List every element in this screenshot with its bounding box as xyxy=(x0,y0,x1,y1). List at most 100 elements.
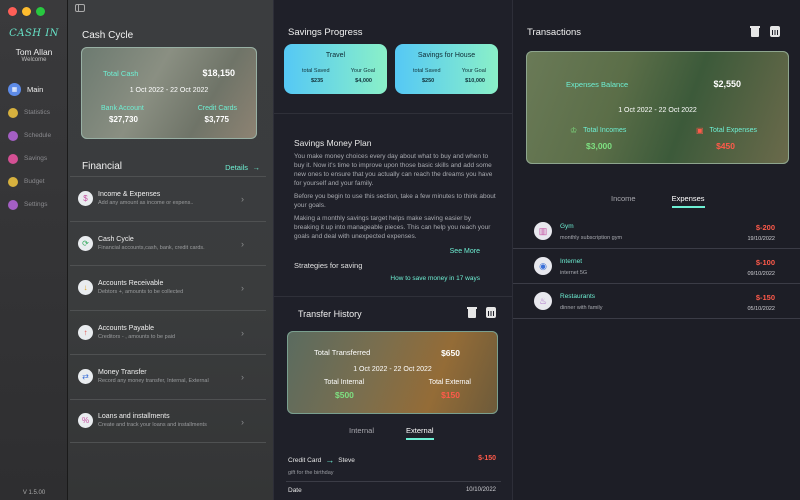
list-item-income-expenses[interactable]: $ Income & Expenses Add any amount as in… xyxy=(70,176,266,221)
receivable-icon: ↓ xyxy=(78,280,93,296)
total-incomes-value: $3,000 xyxy=(586,141,612,151)
transaction-row-internet[interactable]: ◉ Internet internet 5G $-100 09/10/2022 xyxy=(513,250,800,284)
window-controls xyxy=(8,7,45,16)
savings-goal-card-house[interactable]: Savings for House total Saved Your Goal … xyxy=(395,44,498,94)
transaction-row-restaurants[interactable]: ♨ Restaurants dinner with family $-150 0… xyxy=(513,285,800,319)
sidebar-item-label: Statistics xyxy=(24,109,51,116)
transaction-name: Restaurants xyxy=(560,293,596,300)
savings-goal-card-travel[interactable]: Travel total Saved Your Goal $235 $4,000 xyxy=(284,44,387,94)
transaction-date: 09/10/2022 xyxy=(747,271,775,277)
divider xyxy=(274,113,513,114)
plan-paragraph: Before you begin to use this section, ta… xyxy=(294,193,496,209)
transaction-row-gym[interactable]: ▥ Gym monthly subscription gym $-200 19/… xyxy=(513,215,800,249)
list-item-loans[interactable]: % Loans and installments Create and trac… xyxy=(70,398,266,443)
list-item-subtitle: Financial accounts,cash, bank, credit ca… xyxy=(98,244,205,251)
minimize-window-button[interactable] xyxy=(22,7,31,16)
list-item-title: Loans and installments xyxy=(98,413,170,421)
transaction-name: Internet xyxy=(560,258,583,265)
transaction-amount: $-200 xyxy=(755,223,775,232)
goal-name: Travel xyxy=(325,52,346,59)
transaction-amount: $-100 xyxy=(755,258,775,267)
loan-icon: % xyxy=(78,413,93,429)
calendar-icon[interactable] xyxy=(770,25,780,37)
total-external-value: $150 xyxy=(441,390,460,400)
list-item-title: Cash Cycle xyxy=(98,235,134,243)
chevron-right-icon: › xyxy=(241,283,244,293)
tab-income[interactable]: Income xyxy=(611,194,636,208)
transactions-title: Transactions xyxy=(527,27,582,38)
calendar-icon[interactable] xyxy=(486,306,496,318)
sidebar-item-main[interactable]: ▦ Main xyxy=(8,78,64,101)
tab-external[interactable]: External xyxy=(406,426,434,440)
gym-icon: ▥ xyxy=(534,222,552,240)
total-expenses-value: $450 xyxy=(716,141,735,151)
expenses-date-range: 1 Oct 2022 - 22 Oct 2022 xyxy=(618,107,697,114)
list-item-title: Income & Expenses xyxy=(98,191,161,199)
trash-icon[interactable] xyxy=(467,306,477,318)
bank-account-label: Bank Account xyxy=(101,105,144,112)
sidebar-item-schedule[interactable]: Schedule xyxy=(8,124,64,147)
transfer-date-row: Date 10/10/2022 xyxy=(288,487,496,494)
schedule-icon xyxy=(8,130,18,141)
list-item-accounts-payable[interactable]: ↑ Accounts Payable Creditors - , amounts… xyxy=(70,309,266,355)
transfer-date-value: 10/10/2022 xyxy=(465,487,496,493)
chevron-right-icon: › xyxy=(241,372,244,382)
tab-internal[interactable]: Internal xyxy=(349,426,374,440)
transfer-date-label: Date xyxy=(288,487,302,494)
total-expenses-label: Total Expenses xyxy=(709,127,757,134)
close-window-button[interactable] xyxy=(8,7,17,16)
cash-cycle-card[interactable]: Total Cash $18,150 1 Oct 2022 - 22 Oct 2… xyxy=(81,47,257,139)
list-item-subtitle: Add any amount as income or expens.. xyxy=(98,200,194,207)
list-item-cash-cycle[interactable]: ⟳ Cash Cycle Financial accounts,cash, ba… xyxy=(70,220,266,266)
app-logo: CASH IN xyxy=(9,28,59,39)
see-more-link[interactable]: See More xyxy=(450,248,480,255)
total-external-label: Total External xyxy=(428,379,471,386)
expenses-balance-card[interactable]: Expenses Balance $2,550 1 Oct 2022 - 22 … xyxy=(526,51,789,164)
bag-icon: ▣ xyxy=(695,126,704,135)
transaction-note: dinner with family xyxy=(560,305,603,311)
payable-icon: ↑ xyxy=(78,324,93,340)
savings-plan-text: You make money choices every day about w… xyxy=(294,152,497,245)
strategies-link[interactable]: How to save money in 17 ways xyxy=(390,275,480,282)
zoom-window-button[interactable] xyxy=(36,7,45,16)
sidebar-item-savings[interactable]: Savings xyxy=(8,147,64,170)
list-item-accounts-receivable[interactable]: ↓ Accounts Receivable Debtors +, amounts… xyxy=(70,265,266,310)
sidebar-toggle-icon[interactable] xyxy=(75,4,85,12)
bank-account-value: $27,730 xyxy=(109,115,138,124)
app-version: V 1.5.00 xyxy=(22,490,46,496)
goal-name: Savings for House xyxy=(417,52,476,59)
transfer-row[interactable]: Credit Card → Steve gift for the birthda… xyxy=(288,455,496,476)
savings-progress-title: Savings Progress xyxy=(288,27,363,38)
total-expenses: ▣ Total Expenses xyxy=(696,126,757,135)
total-cash-value: $18,150 xyxy=(202,68,235,78)
financial-panel: Cash Cycle Total Cash $18,150 1 Oct 2022… xyxy=(68,0,273,500)
details-link[interactable]: Details → xyxy=(225,157,260,175)
tab-expenses[interactable]: Expenses xyxy=(671,194,705,208)
total-cash-label: Total Cash xyxy=(103,69,139,78)
wifi-icon: ◉ xyxy=(534,257,552,275)
transactions-actions xyxy=(750,25,780,37)
transfer-history-title: Transfer History xyxy=(298,309,362,319)
list-item-subtitle: Record any money transfer, Internal, Ext… xyxy=(98,378,209,385)
credit-cards-value: $3,775 xyxy=(204,115,229,124)
sidebar-item-settings[interactable]: Settings xyxy=(8,193,64,216)
user-name: Tom Allan xyxy=(15,47,53,57)
transactions-panel: Transactions Expenses Balance $2,550 1 O… xyxy=(512,0,800,500)
sidebar-item-budget[interactable]: Budget xyxy=(8,170,64,193)
transfer-to: Steve xyxy=(338,456,355,464)
list-item-money-transfer[interactable]: ⇄ Money Transfer Record any money transf… xyxy=(70,354,266,399)
wallet-icon: $ xyxy=(78,191,93,207)
divider xyxy=(274,296,513,297)
expenses-balance-label: Expenses Balance xyxy=(566,80,629,89)
savings-plan-title: Savings Money Plan xyxy=(294,138,372,148)
transfer-summary-card[interactable]: Total Transferred $650 1 Oct 2022 - 22 O… xyxy=(287,331,498,414)
sidebar-item-statistics[interactable]: Statistics xyxy=(8,101,64,124)
chevron-right-icon: › xyxy=(241,416,244,427)
transfer-date-range: 1 Oct 2022 - 22 Oct 2022 xyxy=(353,366,432,373)
credit-cards-label: Credit Cards xyxy=(197,105,237,112)
sidebar-item-label: Schedule xyxy=(24,132,52,139)
trash-icon[interactable] xyxy=(750,25,760,37)
budget-icon xyxy=(8,176,18,187)
financial-list: $ Income & Expenses Add any amount as in… xyxy=(70,176,266,443)
sidebar-nav: ▦ Main Statistics Schedule Savings Budge… xyxy=(8,78,64,216)
